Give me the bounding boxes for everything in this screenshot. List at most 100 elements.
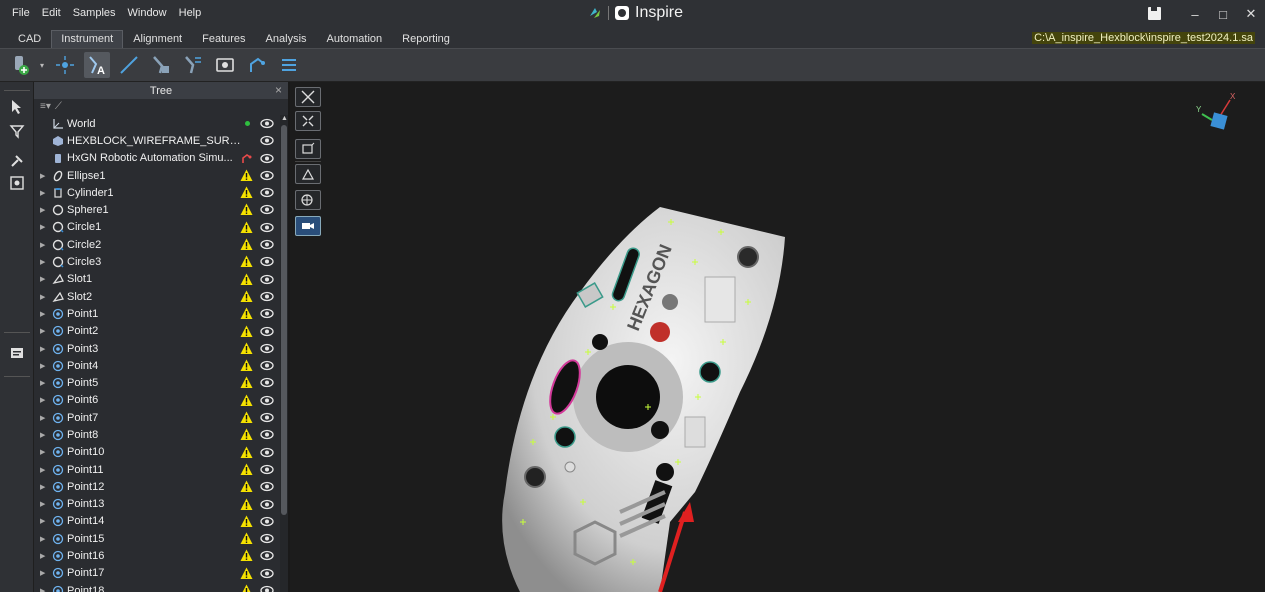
tree-item-point14[interactable]: ▶ Point14 xyxy=(34,513,279,530)
tab-analysis[interactable]: Analysis xyxy=(256,30,317,48)
visibility-eye-icon[interactable] xyxy=(260,395,274,406)
visibility-eye-icon[interactable] xyxy=(260,516,274,527)
tree-item-slot2[interactable]: ▶ Slot2 xyxy=(34,288,279,305)
expand-arrow-icon[interactable]: ▶ xyxy=(40,448,48,456)
camera-view-button[interactable] xyxy=(212,52,238,78)
visibility-eye-icon[interactable] xyxy=(260,170,274,181)
tree-item-point17[interactable]: ▶ Point17 xyxy=(34,565,279,582)
visibility-eye-icon[interactable] xyxy=(260,274,274,285)
tree-item-circle2[interactable]: ▶ Circle2 xyxy=(34,236,279,253)
tree-item-ellipse1[interactable]: ▶ Ellipse1 xyxy=(34,167,279,184)
expand-arrow-icon[interactable]: ▶ xyxy=(40,500,48,508)
robot-button[interactable] xyxy=(244,52,270,78)
tree-item-point15[interactable]: ▶ Point15 xyxy=(34,530,279,547)
expand-arrow-icon[interactable]: ▶ xyxy=(40,223,48,231)
tab-reporting[interactable]: Reporting xyxy=(392,30,460,48)
visibility-eye-icon[interactable] xyxy=(260,204,274,215)
save-icon[interactable] xyxy=(1148,7,1161,20)
maximize-button[interactable]: □ xyxy=(1209,7,1237,22)
expand-arrow-icon[interactable]: ▶ xyxy=(40,466,48,474)
expand-arrow-icon[interactable]: ▶ xyxy=(40,362,48,370)
add-instrument-button[interactable] xyxy=(8,52,34,78)
visibility-eye-icon[interactable] xyxy=(260,550,274,561)
expand-arrow-icon[interactable]: ▶ xyxy=(40,517,48,525)
list-button[interactable] xyxy=(276,52,302,78)
visibility-eye-icon[interactable] xyxy=(260,464,274,475)
3d-viewport[interactable]: Y X HEXAGON xyxy=(290,82,1265,592)
expand-arrow-icon[interactable]: ▶ xyxy=(40,172,48,180)
camera-button[interactable] xyxy=(295,216,321,236)
auto-measure-button[interactable]: A xyxy=(84,52,110,78)
view-axes-button[interactable] xyxy=(295,164,321,184)
expand-arrow-icon[interactable]: ▶ xyxy=(40,414,48,422)
tab-cad[interactable]: CAD xyxy=(8,30,51,48)
tree-item-circle3[interactable]: ▶ Circle3 xyxy=(34,253,279,270)
expand-arrow-icon[interactable]: ▶ xyxy=(40,379,48,387)
tree-item-point12[interactable]: ▶ Point12 xyxy=(34,478,279,495)
menu-file[interactable]: File xyxy=(6,7,36,19)
zoom-extents-button[interactable] xyxy=(295,111,321,131)
visibility-eye-icon[interactable] xyxy=(260,481,274,492)
tree-item-point11[interactable]: ▶ Point11 xyxy=(34,461,279,478)
tree-item-hxgn-robotic-automation-simu[interactable]: HxGN Robotic Automation Simu... xyxy=(34,150,279,167)
tree-item-point3[interactable]: ▶ Point3 xyxy=(34,340,279,357)
close-button[interactable]: ✕ xyxy=(1237,6,1265,22)
tree-item-point2[interactable]: ▶ Point2 xyxy=(34,323,279,340)
probe-settings-button[interactable] xyxy=(180,52,206,78)
dock-select-button[interactable] xyxy=(8,98,26,116)
expand-arrow-icon[interactable]: ▶ xyxy=(40,569,48,577)
tree-item-circle1[interactable]: ▶ Circle1 xyxy=(34,219,279,236)
expand-arrow-icon[interactable]: ▶ xyxy=(40,535,48,543)
expand-arrow-icon[interactable]: ▶ xyxy=(40,241,48,249)
tree-item-point18[interactable]: ▶ Point18 xyxy=(34,582,279,592)
expand-arrow-icon[interactable]: ▶ xyxy=(40,206,48,214)
tab-alignment[interactable]: Alignment xyxy=(123,30,192,48)
tree-item-point7[interactable]: ▶ Point7 xyxy=(34,409,279,426)
menu-edit[interactable]: Edit xyxy=(36,7,67,19)
visibility-eye-icon[interactable] xyxy=(260,568,274,579)
probe-button[interactable] xyxy=(148,52,174,78)
visibility-eye-icon[interactable] xyxy=(260,447,274,458)
expand-arrow-icon[interactable]: ▶ xyxy=(40,258,48,266)
dock-target-button[interactable] xyxy=(8,174,26,192)
expand-arrow-icon[interactable]: ▶ xyxy=(40,587,48,592)
view-orient-button[interactable] xyxy=(295,139,321,159)
visibility-eye-icon[interactable] xyxy=(260,377,274,388)
menu-window[interactable]: Window xyxy=(122,7,173,19)
visibility-eye-icon[interactable] xyxy=(260,343,274,354)
visibility-eye-icon[interactable] xyxy=(260,360,274,371)
visibility-eye-icon[interactable] xyxy=(260,429,274,440)
tree-close-button[interactable]: × xyxy=(275,83,282,97)
visibility-eye-icon[interactable] xyxy=(260,222,274,233)
tree-item-point10[interactable]: ▶ Point10 xyxy=(34,444,279,461)
laser-button[interactable] xyxy=(52,52,78,78)
display-mode-button[interactable] xyxy=(295,190,321,210)
visibility-eye-icon[interactable] xyxy=(260,135,274,146)
tree-item-sphere1[interactable]: ▶ Sphere1 xyxy=(34,201,279,218)
pin-icon[interactable]: ⟋ xyxy=(55,101,62,112)
tree-item-point16[interactable]: ▶ Point16 xyxy=(34,547,279,564)
tree-item-world[interactable]: World xyxy=(34,115,279,132)
fit-all-button[interactable] xyxy=(295,87,321,107)
expand-arrow-icon[interactable]: ▶ xyxy=(40,552,48,560)
expand-arrow-icon[interactable]: ▶ xyxy=(40,275,48,283)
visibility-eye-icon[interactable] xyxy=(260,326,274,337)
visibility-eye-icon[interactable] xyxy=(260,499,274,510)
expand-arrow-icon[interactable]: ▶ xyxy=(40,310,48,318)
visibility-eye-icon[interactable] xyxy=(260,412,274,423)
scroll-thumb[interactable] xyxy=(281,125,287,515)
visibility-eye-icon[interactable] xyxy=(260,153,274,164)
visibility-eye-icon[interactable] xyxy=(260,256,274,267)
tab-features[interactable]: Features xyxy=(192,30,255,48)
tree-item-point1[interactable]: ▶ Point1 xyxy=(34,305,279,322)
visibility-eye-icon[interactable] xyxy=(260,308,274,319)
tree-options-icon[interactable]: ≡▾ xyxy=(40,101,51,112)
tree-scrollbar[interactable]: ▲ xyxy=(280,115,288,592)
dock-filter-button[interactable] xyxy=(8,122,26,140)
menu-samples[interactable]: Samples xyxy=(67,7,122,19)
menu-help[interactable]: Help xyxy=(173,7,208,19)
visibility-eye-icon[interactable] xyxy=(260,118,274,129)
visibility-eye-icon[interactable] xyxy=(260,291,274,302)
chevron-down-icon[interactable]: ▾ xyxy=(40,61,46,70)
tree-item-point8[interactable]: ▶ Point8 xyxy=(34,426,279,443)
